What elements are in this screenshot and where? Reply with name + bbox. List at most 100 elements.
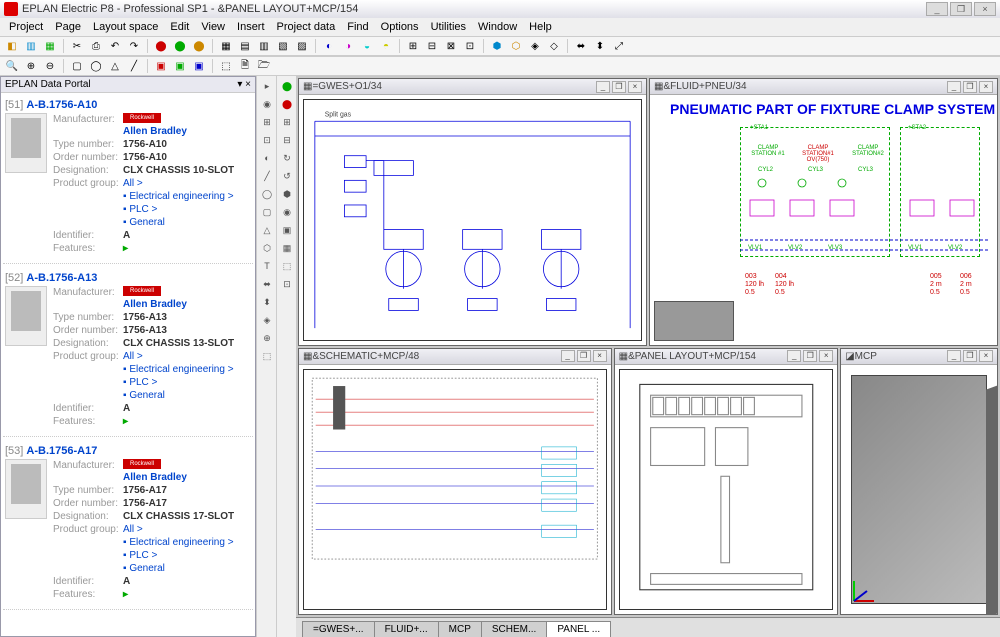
tool-icon[interactable]: ◧ xyxy=(4,38,20,54)
tool-icon[interactable]: ⬚ xyxy=(218,58,234,74)
tool-icon[interactable]: ⬍ xyxy=(259,294,275,310)
doc-close-icon[interactable]: × xyxy=(819,350,833,362)
doc-max-icon[interactable]: ❐ xyxy=(963,350,977,362)
part-code[interactable]: A-B.1756-A17 xyxy=(26,445,97,457)
tool-icon[interactable]: ⊕ xyxy=(23,58,39,74)
doc-max-icon[interactable]: ❐ xyxy=(577,350,591,362)
part-item[interactable]: [52] A-B.1756-A13 Manufacturer:RockwellA… xyxy=(3,268,253,437)
tool-icon[interactable]: ⬡ xyxy=(259,240,275,256)
tool-icon[interactable]: ▧ xyxy=(275,38,291,54)
menu-view[interactable]: View xyxy=(196,20,230,34)
tool-icon[interactable]: ⬤ xyxy=(153,38,169,54)
doc-canvas[interactable]: PNEUMATIC PART OF FIXTURE CLAMP SYSTEM +… xyxy=(650,95,997,345)
doc-canvas[interactable] xyxy=(615,365,838,615)
tool-icon[interactable]: ▣ xyxy=(279,222,295,238)
tool-icon[interactable]: ◯ xyxy=(88,58,104,74)
doc-close-icon[interactable]: × xyxy=(593,350,607,362)
tool-icon[interactable]: ▦ xyxy=(218,38,234,54)
menu-project[interactable]: Project xyxy=(4,20,48,34)
tool-icon[interactable]: ◐ xyxy=(259,150,275,166)
tool-icon[interactable]: ↶ xyxy=(107,38,123,54)
tool-icon[interactable]: △ xyxy=(107,58,123,74)
tool-icon[interactable]: ◈ xyxy=(259,312,275,328)
tool-icon[interactable]: ⬤ xyxy=(191,38,207,54)
tool-icon[interactable]: ▤ xyxy=(237,38,253,54)
tool-icon[interactable]: ⬢ xyxy=(489,38,505,54)
doc-close-icon[interactable]: × xyxy=(628,81,642,93)
tool-icon[interactable]: ◇ xyxy=(546,38,562,54)
tool-icon[interactable]: ◯ xyxy=(259,186,275,202)
tool-icon[interactable]: ╱ xyxy=(259,168,275,184)
tab-mcp[interactable]: MCP xyxy=(438,621,482,637)
doc-max-icon[interactable]: ❐ xyxy=(963,81,977,93)
tool-icon[interactable]: ▥ xyxy=(256,38,272,54)
menu-projectdata[interactable]: Project data xyxy=(272,20,341,34)
menu-layoutspace[interactable]: Layout space xyxy=(88,20,163,34)
doc-canvas[interactable] xyxy=(299,365,611,615)
tool-icon[interactable]: ⊖ xyxy=(42,58,58,74)
tool-icon[interactable]: ⊟ xyxy=(424,38,440,54)
tool-icon[interactable]: ◑ xyxy=(340,38,356,54)
tool-icon[interactable]: ⎙ xyxy=(88,38,104,54)
tool-icon[interactable]: ⬚ xyxy=(259,348,275,364)
tool-icon[interactable]: ▦ xyxy=(42,38,58,54)
doc-min-icon[interactable]: _ xyxy=(947,81,961,93)
doc-max-icon[interactable]: ❐ xyxy=(612,81,626,93)
doc-close-icon[interactable]: × xyxy=(979,350,993,362)
part-code[interactable]: A-B.1756-A13 xyxy=(26,272,97,284)
tool-icon[interactable]: ╱ xyxy=(126,58,142,74)
menu-find[interactable]: Find xyxy=(342,20,373,34)
doc-canvas[interactable] xyxy=(841,365,997,615)
doc-max-icon[interactable]: ❐ xyxy=(803,350,817,362)
tool-icon[interactable]: ◉ xyxy=(259,96,275,112)
tool-icon[interactable]: 🗎 xyxy=(237,58,253,74)
tool-icon[interactable]: ⊞ xyxy=(405,38,421,54)
doc-min-icon[interactable]: _ xyxy=(787,350,801,362)
doc-header[interactable]: ▦ &PANEL LAYOUT+MCP/154 _ ❐ × xyxy=(615,349,838,365)
doc-min-icon[interactable]: _ xyxy=(596,81,610,93)
tool-icon[interactable]: ◉ xyxy=(279,204,295,220)
tool-icon[interactable]: ↻ xyxy=(279,150,295,166)
doc-min-icon[interactable]: _ xyxy=(561,350,575,362)
tool-icon[interactable]: ⊠ xyxy=(443,38,459,54)
doc-header[interactable]: ▦ &FLUID+PNEU/34 _ ❐ × xyxy=(650,79,997,95)
tool-icon[interactable]: ◈ xyxy=(527,38,543,54)
maximize-button[interactable]: ❐ xyxy=(950,2,972,16)
tab-panel[interactable]: PANEL ... xyxy=(546,621,611,637)
tool-icon[interactable]: ◒ xyxy=(359,38,375,54)
tool-icon[interactable]: 🔍 xyxy=(4,58,20,74)
tool-icon[interactable]: ⬡ xyxy=(508,38,524,54)
part-item[interactable]: [53] A-B.1756-A17 Manufacturer:RockwellA… xyxy=(3,441,253,610)
tool-icon[interactable]: ⬤ xyxy=(279,96,295,112)
part-code[interactable]: A-B.1756-A10 xyxy=(26,99,97,111)
tool-icon[interactable]: ▨ xyxy=(294,38,310,54)
tool-icon[interactable]: ✂ xyxy=(69,38,85,54)
doc-header[interactable]: ◪ MCP _ ❐ × xyxy=(841,349,997,365)
doc-header[interactable]: ▦ =GWES+O1/34 _ ❐ × xyxy=(299,79,646,95)
menu-help[interactable]: Help xyxy=(524,20,557,34)
tool-icon[interactable]: ⬤ xyxy=(279,78,295,94)
doc-header[interactable]: ▦ &SCHEMATIC+MCP/48 _ ❐ × xyxy=(299,349,611,365)
menu-options[interactable]: Options xyxy=(376,20,424,34)
tool-icon[interactable]: ▥ xyxy=(23,38,39,54)
tool-icon[interactable]: ⊞ xyxy=(259,114,275,130)
tool-icon[interactable]: ◓ xyxy=(378,38,394,54)
tool-icon[interactable]: ⊡ xyxy=(279,276,295,292)
tool-icon[interactable]: ▸ xyxy=(259,78,275,94)
tab-fluid[interactable]: FLUID+... xyxy=(374,621,439,637)
menu-window[interactable]: Window xyxy=(473,20,522,34)
tool-icon[interactable]: 🗁 xyxy=(256,58,272,74)
tool-icon[interactable]: ⊡ xyxy=(462,38,478,54)
menu-page[interactable]: Page xyxy=(50,20,86,34)
tool-icon[interactable]: ⬌ xyxy=(573,38,589,54)
tool-icon[interactable]: ⬤ xyxy=(172,38,188,54)
tab-schem[interactable]: SCHEM... xyxy=(481,621,547,637)
tool-icon[interactable]: △ xyxy=(259,222,275,238)
tool-icon[interactable]: ⊡ xyxy=(259,132,275,148)
tool-icon[interactable]: ⬚ xyxy=(279,258,295,274)
tool-icon[interactable]: ⤢ xyxy=(611,38,627,54)
sidebar-body[interactable]: [51] A-B.1756-A10 Manufacturer:RockwellA… xyxy=(1,93,255,636)
tool-icon[interactable]: ⬌ xyxy=(259,276,275,292)
sidebar-pin-icon[interactable]: ▾ × xyxy=(237,79,251,90)
doc-close-icon[interactable]: × xyxy=(979,81,993,93)
